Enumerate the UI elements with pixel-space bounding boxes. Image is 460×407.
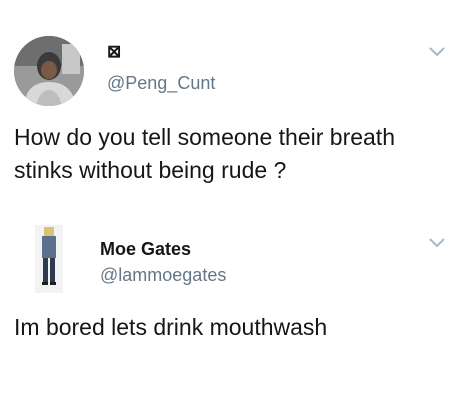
user-handle[interactable]: @lammoegates — [100, 265, 226, 286]
tweet-text: Im bored lets drink mouthwash — [14, 314, 328, 340]
user-avatar[interactable] — [35, 225, 63, 293]
avatar-photo — [35, 225, 63, 293]
avatar-photo — [14, 36, 84, 106]
user-avatar[interactable] — [14, 36, 84, 106]
display-name[interactable]: ⊠ — [107, 42, 121, 62]
tweet-text: How do you tell someone their breath sti… — [14, 124, 395, 183]
reply-tweet[interactable]: Moe Gates @lammoegates Im bored lets dri… — [0, 205, 460, 407]
display-name[interactable]: Moe Gates — [100, 239, 191, 260]
chevron-down-icon[interactable] — [428, 237, 446, 249]
chevron-down-icon[interactable] — [428, 46, 446, 58]
user-handle[interactable]: @Peng_Cunt — [107, 73, 215, 94]
tweet[interactable]: ⊠ @Peng_Cunt How do you tell someone the… — [0, 0, 460, 205]
